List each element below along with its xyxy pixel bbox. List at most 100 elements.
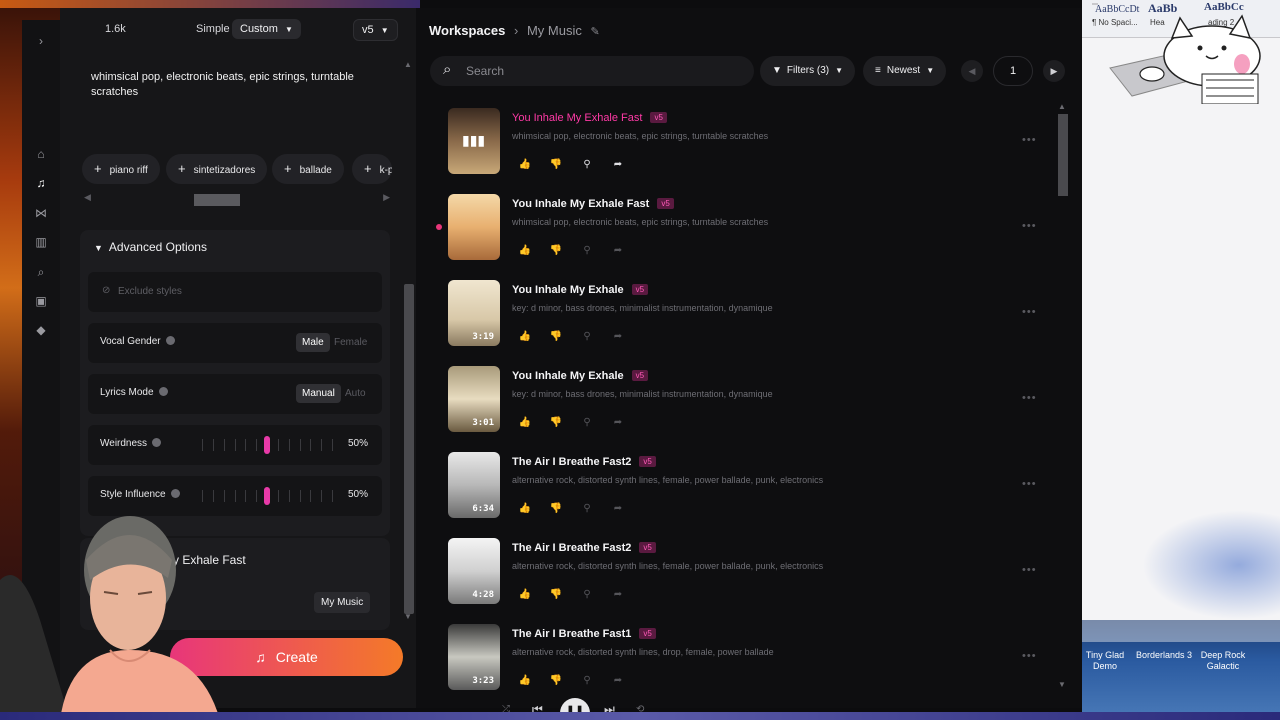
explore-icon[interactable]: ⋈ [34, 206, 48, 220]
share-icon[interactable]: ➦ [611, 416, 625, 430]
scroll-up-icon[interactable]: ▲ [1058, 102, 1066, 111]
song-cover[interactable]: 3:01 [448, 366, 500, 432]
info-icon[interactable] [165, 336, 175, 345]
slider-knob[interactable] [264, 487, 270, 505]
song-row[interactable]: 3:01 You Inhale My Exhale v5 key: d minor, … [438, 366, 1058, 448]
song-row[interactable]: 3:19 You Inhale My Exhale v5 key: d minor, … [438, 280, 1058, 362]
home-icon[interactable]: ⌂ [34, 147, 48, 161]
scroll-right-icon[interactable]: ▶ [383, 192, 390, 203]
mode-simple-tab[interactable]: Simple [196, 23, 230, 35]
more-options-icon[interactable]: ••• [1022, 306, 1037, 318]
more-options-icon[interactable]: ••• [1022, 478, 1037, 490]
styles-input[interactable]: whimsical pop, electronic beats, epic st… [91, 70, 371, 100]
music-note-icon[interactable]: ♫ [34, 176, 48, 190]
vocal-male-option[interactable]: Male [296, 333, 330, 352]
vocal-female-option[interactable]: Female [334, 337, 367, 348]
breadcrumb-workspaces[interactable]: Workspaces [429, 23, 505, 38]
pin-icon[interactable]: ⚲ [580, 244, 594, 258]
tags-scroll-thumb[interactable] [194, 194, 240, 206]
song-cover[interactable]: ▮▮▮ [448, 108, 500, 174]
song-cover[interactable]: 6:34 [448, 452, 500, 518]
search-icon[interactable]: ⌕ [34, 265, 48, 279]
more-options-icon[interactable]: ••• [1022, 220, 1037, 232]
thumbs-up-icon[interactable]: 👍 [518, 244, 532, 258]
thumbs-up-icon[interactable]: 👍 [518, 502, 532, 516]
edit-pencil-icon[interactable]: ✎ [590, 26, 599, 38]
scroll-up-icon[interactable]: ▲ [404, 60, 412, 69]
info-icon[interactable] [158, 387, 168, 396]
share-icon[interactable]: ➦ [611, 158, 625, 172]
page-number[interactable]: 1 [993, 56, 1033, 86]
thumbs-up-icon[interactable]: 👍 [518, 158, 532, 172]
thumbs-down-icon[interactable]: 👎 [549, 416, 563, 430]
more-options-icon[interactable]: ••• [1022, 564, 1037, 576]
expand-chevron-icon[interactable]: › [34, 34, 48, 48]
song-cover[interactable]: 3:19 [448, 280, 500, 346]
info-icon[interactable] [152, 438, 162, 447]
model-select[interactable]: v5 ▼ [353, 19, 398, 41]
style-tag[interactable]: + k-p [352, 154, 392, 184]
style-tag[interactable]: + sintetizadores [166, 154, 268, 184]
more-options-icon[interactable]: ••• [1022, 134, 1037, 146]
thumbs-up-icon[interactable]: 👍 [518, 330, 532, 344]
song-title[interactable]: You Inhale My Exhale v5 [512, 284, 649, 296]
song-title[interactable]: The Air I Breathe Fast2 v5 [512, 542, 656, 554]
library-icon[interactable]: ▥ [34, 235, 48, 249]
sort-button[interactable]: ≡ Newest ▼ [863, 56, 947, 86]
weirdness-slider[interactable] [198, 436, 338, 454]
share-icon[interactable]: ➦ [611, 244, 625, 258]
pin-icon[interactable]: ⚲ [580, 674, 594, 688]
thumbs-up-icon[interactable]: 👍 [518, 416, 532, 430]
workspace-select[interactable]: My Music [314, 592, 371, 613]
style-tag[interactable]: + piano riff [82, 154, 160, 184]
shortcut-borderlands-3[interactable]: Borderlands 3 [1134, 650, 1194, 661]
pin-icon[interactable]: ⚲ [580, 330, 594, 344]
thumbs-down-icon[interactable]: 👎 [549, 244, 563, 258]
thumbs-up-icon[interactable]: 👍 [518, 588, 532, 602]
song-row[interactable]: You Inhale My Exhale Fast v5 whimsical pop… [436, 194, 1058, 276]
song-list-scroll-thumb[interactable] [1058, 114, 1068, 196]
share-icon[interactable]: ➦ [611, 330, 625, 344]
song-cover[interactable]: 4:28 [448, 538, 500, 604]
scroll-down-icon[interactable]: ▼ [404, 612, 412, 621]
style-tag[interactable]: + ballade [272, 154, 344, 184]
song-row[interactable]: ▮▮▮ You Inhale My Exhale Fast v5 whimsical … [438, 108, 1058, 190]
song-title[interactable]: The Air I Breathe Fast2 v5 [512, 456, 656, 468]
tags-scrollbar[interactable]: ◀ ▶ [84, 192, 390, 206]
more-options-icon[interactable]: ••• [1022, 650, 1037, 662]
next-page-icon[interactable]: ▶ [1043, 60, 1065, 82]
scroll-down-icon[interactable]: ▼ [1058, 680, 1066, 689]
pin-icon[interactable]: ⚲ [580, 502, 594, 516]
song-row[interactable]: 6:34 The Air I Breathe Fast2 v5 alternative… [438, 452, 1058, 534]
prev-page-icon[interactable]: ◀ [961, 60, 983, 82]
song-title[interactable]: The Air I Breathe Fast1 v5 [512, 628, 656, 640]
lyrics-auto-option[interactable]: Auto [345, 388, 366, 399]
thumbs-down-icon[interactable]: 👎 [549, 674, 563, 688]
shortcut-deep-rock-galactic[interactable]: Deep Rock Galactic [1200, 650, 1246, 672]
mode-custom-tab[interactable]: Custom ▼ [232, 19, 301, 39]
song-title[interactable]: You Inhale My Exhale v5 [512, 370, 649, 382]
thumbs-up-icon[interactable]: 👍 [518, 674, 532, 688]
song-row[interactable]: 3:23 The Air I Breathe Fast1 v5 alternative… [438, 624, 1058, 706]
create-panel-scroll-thumb[interactable] [404, 284, 414, 614]
scroll-left-icon[interactable]: ◀ [84, 192, 91, 203]
search-input[interactable]: ⌕ Search [430, 56, 754, 86]
share-icon[interactable]: ➦ [611, 674, 625, 688]
pin-icon[interactable]: ⚲ [580, 158, 594, 172]
thumbs-down-icon[interactable]: 👎 [549, 502, 563, 516]
filters-button[interactable]: ▼ Filters (3) ▼ [760, 56, 856, 86]
pin-icon[interactable]: ⚲ [580, 416, 594, 430]
song-title[interactable]: You Inhale My Exhale Fast v5 [512, 112, 667, 124]
create-panel-scrollbar[interactable]: ▲ ▼ [402, 60, 414, 621]
shortcut-tiny-glade[interactable]: Tiny Glad Demo [1084, 650, 1126, 672]
song-cover[interactable] [448, 194, 500, 260]
word-style-normal[interactable]: AaBbCcDt [1092, 3, 1139, 15]
info-icon[interactable] [170, 489, 180, 498]
notifications-bell-icon[interactable]: ◆ [34, 323, 48, 337]
exclude-styles-input[interactable]: ⊘ Exclude styles [88, 272, 382, 312]
share-icon[interactable]: ➦ [611, 588, 625, 602]
pin-icon[interactable]: ⚲ [580, 588, 594, 602]
lyrics-manual-option[interactable]: Manual [296, 384, 341, 403]
song-title[interactable]: You Inhale My Exhale Fast v5 [512, 198, 674, 210]
song-list-scrollbar[interactable]: ▲ ▼ [1056, 102, 1070, 692]
